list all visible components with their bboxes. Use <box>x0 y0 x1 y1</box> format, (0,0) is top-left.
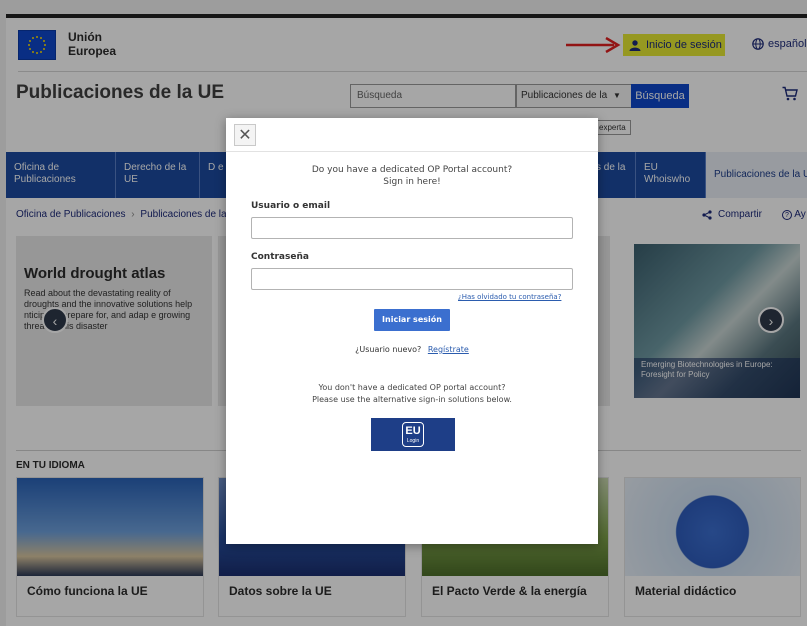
register-link[interactable]: Regístrate <box>428 345 469 354</box>
eu-login-logo: EU Login <box>402 422 424 447</box>
eu-login-button[interactable]: EU Login <box>371 418 455 451</box>
eu-login-logo-top: EU <box>405 425 421 437</box>
intro-line-1: Do you have a dedicated OP Portal accoun… <box>311 165 513 175</box>
modal-divider <box>226 151 598 152</box>
browser-viewport: Unión Europea Inicio de sesión español P… <box>0 0 807 626</box>
username-input[interactable] <box>251 217 573 239</box>
login-modal: ✕ Do you have a dedicated OP Portal acco… <box>226 118 598 544</box>
alternative-signin-text: You don't have a dedicated OP portal acc… <box>226 382 598 406</box>
close-icon[interactable]: ✕ <box>234 124 256 146</box>
intro-line-2: Sign in here! <box>383 177 441 187</box>
password-input[interactable] <box>251 268 573 290</box>
username-label: Usuario o email <box>251 201 331 211</box>
new-user-row: ¿Usuario nuevo? Regístrate <box>226 345 598 354</box>
password-label: Contraseña <box>251 252 309 262</box>
alt-line-2: Please use the alternative sign-in solut… <box>312 395 512 404</box>
alt-line-1: You don't have a dedicated OP portal acc… <box>318 383 506 392</box>
modal-intro: Do you have a dedicated OP Portal accoun… <box>226 164 598 188</box>
login-submit-button[interactable]: Iniciar sesión <box>374 309 450 331</box>
eu-login-logo-bottom: Login <box>406 438 420 444</box>
forgot-password-link[interactable]: ¿Has olvidado tu contraseña? <box>458 293 561 301</box>
new-user-text: ¿Usuario nuevo? <box>355 345 422 354</box>
